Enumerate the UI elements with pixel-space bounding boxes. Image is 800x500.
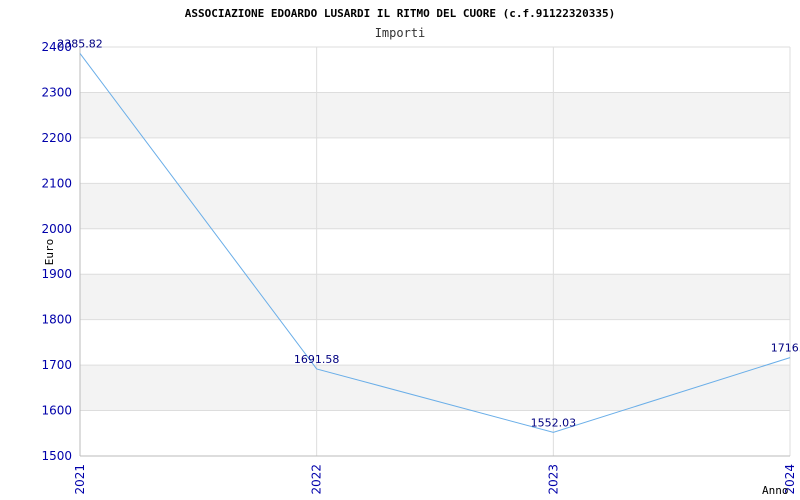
x-axis-label: Anno [762, 484, 789, 497]
y-tick-label: 1600 [41, 404, 72, 418]
data-label: 1552.03 [531, 416, 577, 429]
data-label: 2385.82 [57, 37, 103, 50]
x-tick-label: 2023 [546, 464, 560, 495]
x-tick-label: 2022 [310, 464, 324, 495]
grid-band [80, 92, 790, 138]
grid-band [80, 365, 790, 411]
y-tick-label: 1800 [41, 313, 72, 327]
x-tick-labels: 2021 2022 2023 2024 [73, 464, 797, 495]
chart-subtitle: Importi [375, 26, 426, 40]
x-tick-label: 2021 [73, 464, 87, 495]
data-label: 1716.5 [771, 342, 800, 355]
data-label: 1691.58 [294, 353, 340, 366]
y-tick-label: 2000 [41, 222, 72, 236]
y-tick-label: 2200 [41, 131, 72, 145]
y-axis-label: Euro [43, 239, 56, 266]
y-tick-label: 2300 [41, 85, 72, 99]
y-tick-label: 1700 [41, 358, 72, 372]
y-tick-label: 1500 [41, 449, 72, 463]
y-tick-label: 1900 [41, 267, 72, 281]
y-tick-label: 2100 [41, 176, 72, 190]
grid-band [80, 183, 790, 229]
chart-title: ASSOCIAZIONE EDOARDO LUSARDI IL RITMO DE… [185, 7, 615, 20]
grid-bands [80, 92, 790, 411]
grid-band [80, 274, 790, 320]
line-chart: 1500160017001800190020002100220023002400… [41, 7, 800, 497]
